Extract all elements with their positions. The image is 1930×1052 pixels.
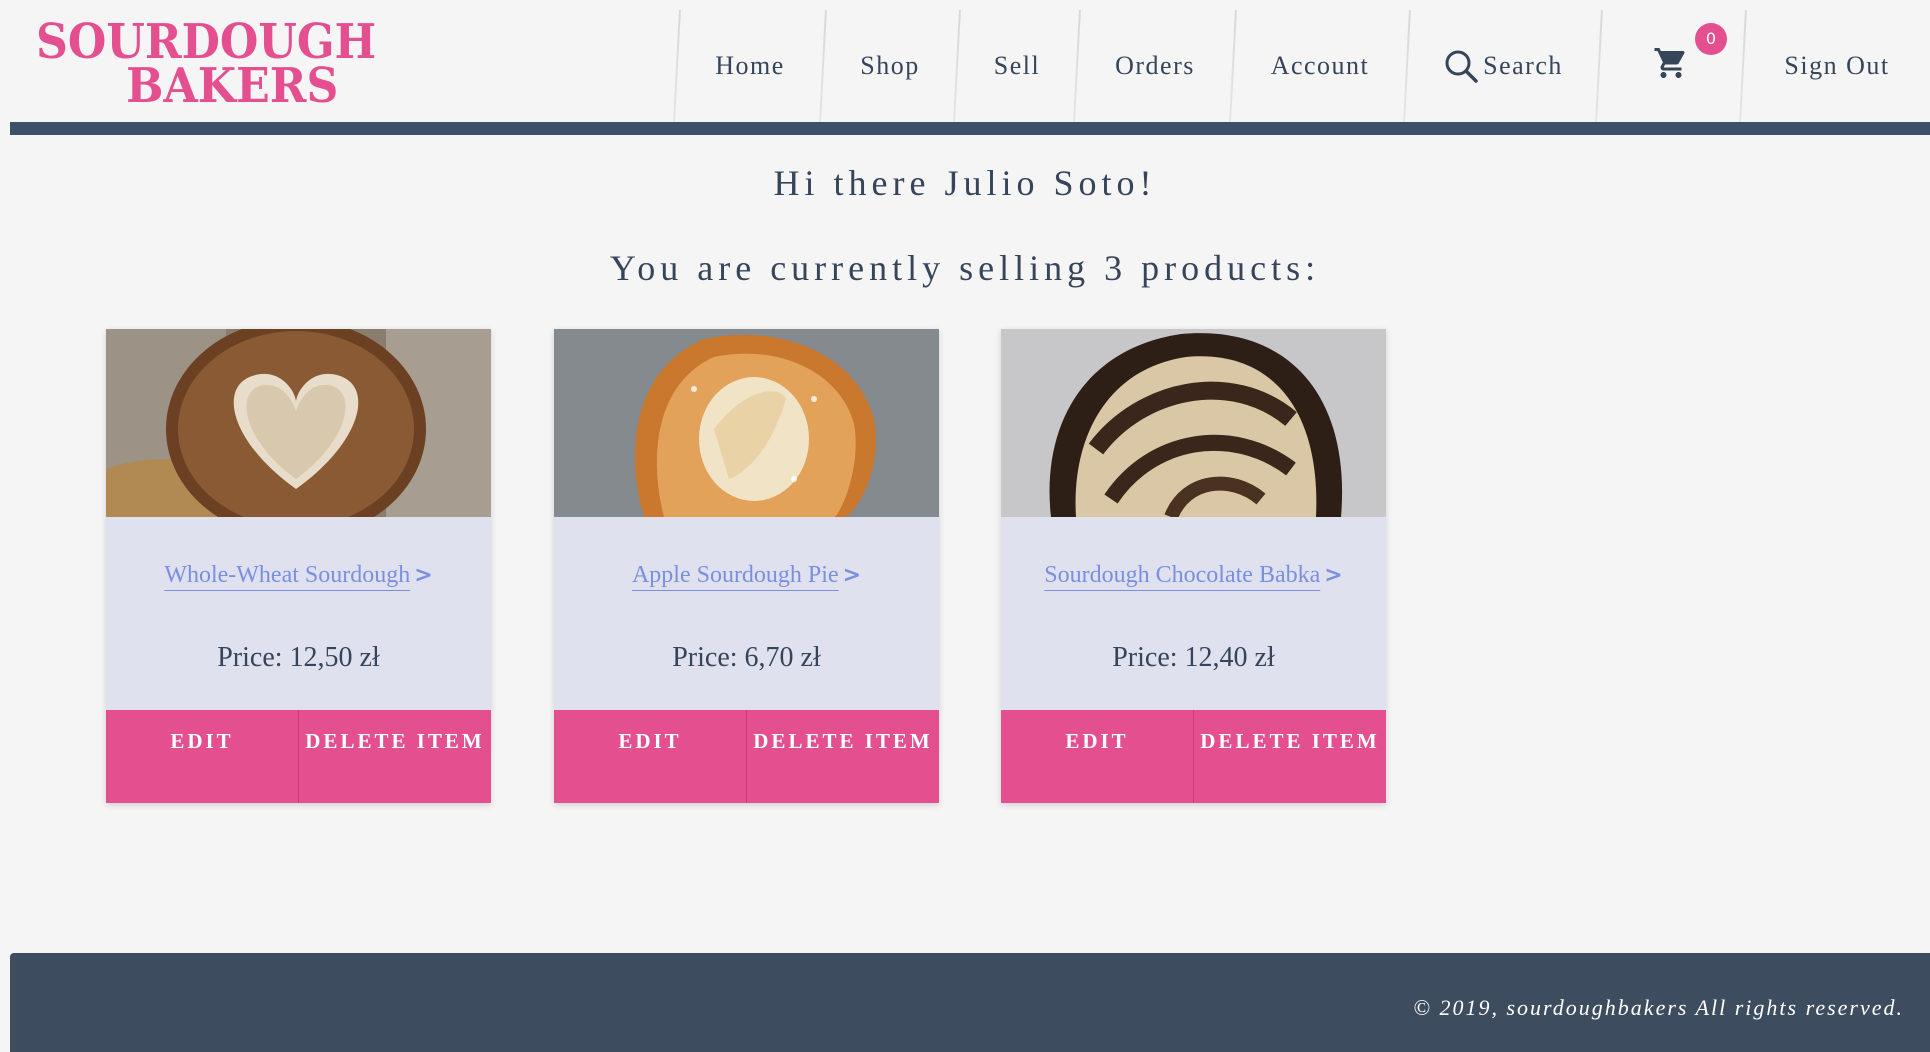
cart-count-badge: 0: [1695, 22, 1727, 55]
product-actions: EDIT DELETE ITEM: [554, 710, 939, 803]
chevron-right-icon[interactable]: >: [843, 563, 861, 588]
header-divider-bar: [10, 122, 1930, 135]
nav-sell[interactable]: Sell: [958, 10, 1076, 122]
selling-count-heading: You are currently selling 3 products:: [609, 248, 1321, 288]
edit-button[interactable]: EDIT: [554, 710, 746, 803]
nav-search[interactable]: Search: [1408, 10, 1598, 122]
product-price: Price: 6,70 zł: [672, 642, 821, 673]
nav-search-label: Search: [1483, 51, 1563, 80]
product-card: Sourdough Chocolate Babka > Price: 12,40 …: [1001, 329, 1386, 803]
delete-item-button[interactable]: DELETE ITEM: [298, 710, 491, 803]
delete-item-button[interactable]: DELETE ITEM: [1193, 710, 1386, 803]
product-image-sourdough-chocolate-babka: [1001, 329, 1386, 517]
copyright-text: © 2019, sourdoughbakers All rights reser…: [1413, 995, 1904, 1020]
chevron-right-icon[interactable]: >: [414, 563, 432, 588]
cart-wrapper: 0: [1653, 22, 1727, 88]
nav-shop-label: Shop: [860, 51, 920, 80]
nav-account[interactable]: Account: [1234, 10, 1406, 122]
product-title-row: Apple Sourdough Pie >: [554, 562, 939, 589]
product-actions: EDIT DELETE ITEM: [1001, 710, 1386, 803]
product-link[interactable]: Sourdough Chocolate Babka: [1044, 562, 1320, 588]
site-header: SOURDOUGH BAKERS Home Shop Sell Orders A…: [0, 0, 1930, 124]
nav-account-label: Account: [1270, 51, 1370, 80]
greeting-heading: Hi there Julio Soto!: [773, 163, 1157, 203]
delete-item-button[interactable]: DELETE ITEM: [746, 710, 939, 803]
nav-sell-label: Sell: [993, 51, 1041, 80]
product-link[interactable]: Whole-Wheat Sourdough: [164, 562, 410, 588]
product-title-row: Whole-Wheat Sourdough >: [106, 562, 491, 589]
search-icon: [1445, 50, 1478, 83]
nav-orders[interactable]: Orders: [1078, 10, 1232, 122]
nav-cart[interactable]: 0: [1600, 10, 1742, 122]
nav-home-label: Home: [715, 51, 785, 80]
product-image-apple-sourdough-pie: [554, 329, 939, 517]
edit-button[interactable]: EDIT: [1001, 710, 1193, 803]
nav-home[interactable]: Home: [678, 10, 822, 122]
product-card: Whole-Wheat Sourdough > Price: 12,50 zł E…: [106, 329, 491, 803]
nav-shop[interactable]: Shop: [824, 10, 956, 122]
main-nav: Home Shop Sell Orders Account Search 0 S…: [0, 10, 1930, 122]
product-image-whole-wheat-sourdough: [106, 329, 491, 517]
product-actions: EDIT DELETE ITEM: [106, 710, 491, 803]
site-footer: © 2019, sourdoughbakers All rights reser…: [10, 953, 1930, 1052]
nav-orders-label: Orders: [1115, 51, 1195, 80]
chevron-right-icon[interactable]: >: [1324, 563, 1342, 588]
product-title-row: Sourdough Chocolate Babka >: [1001, 562, 1386, 589]
edit-button[interactable]: EDIT: [106, 710, 298, 803]
product-link[interactable]: Apple Sourdough Pie: [632, 562, 839, 588]
product-price: Price: 12,50 zł: [217, 642, 380, 673]
nav-sign-out[interactable]: Sign Out: [1744, 10, 1930, 122]
cart-icon: [1654, 47, 1685, 78]
product-price: Price: 12,40 zł: [1112, 642, 1275, 673]
nav-sign-out-label: Sign Out: [1784, 51, 1890, 80]
product-card: Apple Sourdough Pie > Price: 6,70 zł EDIT…: [554, 329, 939, 803]
